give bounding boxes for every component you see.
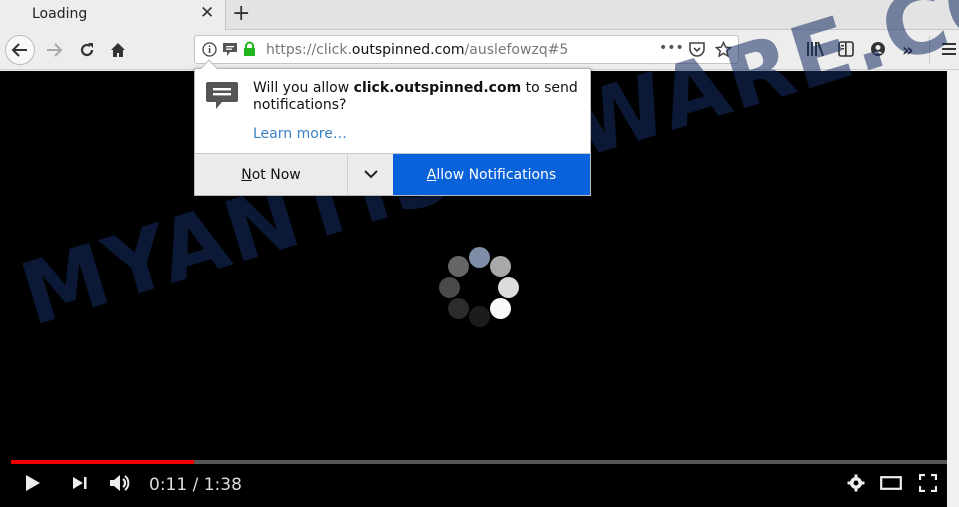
gear-icon (847, 474, 865, 492)
back-button[interactable] (5, 35, 35, 65)
theater-mode-button[interactable] (879, 470, 903, 496)
volume-icon (110, 475, 130, 491)
arrow-right-icon (47, 43, 63, 57)
url-bar[interactable]: https://click.outspinned.com/auslefowzq#… (194, 35, 739, 64)
notification-permission-popup: Will you allow click.outspinned.com to s… (194, 59, 591, 196)
skip-next-icon (73, 477, 87, 489)
play-button[interactable] (22, 470, 44, 496)
fullscreen-icon (919, 474, 937, 492)
volume-button[interactable] (107, 470, 133, 496)
video-progress-bar[interactable] (11, 460, 947, 464)
spinner-dot (469, 306, 490, 327)
library-icon[interactable] (806, 41, 824, 57)
popup-message: Will you allow click.outspinned.com to s… (253, 80, 578, 113)
nav-bar: https://click.outspinned.com/auslefowzq#… (0, 30, 959, 70)
arrow-left-icon (11, 43, 27, 57)
settings-button[interactable] (845, 470, 867, 496)
tab-loading[interactable]: Loading ✕ (0, 0, 226, 30)
tab-bar: Loading ✕ + (0, 0, 959, 30)
account-icon[interactable] (870, 41, 886, 57)
spinner-dot (498, 277, 519, 298)
url-text[interactable]: https://click.outspinned.com/auslefowzq#… (266, 42, 568, 58)
sidebar-icon[interactable] (838, 41, 854, 57)
home-icon (111, 43, 125, 57)
time-display: 0:11 / 1:38 (149, 475, 242, 495)
spinner-dot (490, 256, 511, 277)
lock-icon[interactable] (243, 41, 256, 57)
pocket-icon[interactable] (689, 42, 705, 57)
plus-icon[interactable]: + (232, 0, 250, 28)
loading-spinner (437, 245, 523, 331)
overflow-chevrons-icon[interactable]: » (902, 40, 914, 61)
spinner-dot (448, 298, 469, 319)
forward-button[interactable] (39, 35, 69, 65)
spinner-dot (448, 256, 469, 277)
spinner-dot (439, 277, 460, 298)
spinner-dot (490, 298, 511, 319)
more-options-dropdown[interactable] (347, 154, 393, 195)
close-icon[interactable]: ✕ (200, 3, 214, 23)
play-icon (26, 475, 40, 491)
next-button[interactable] (70, 470, 90, 496)
learn-more-link[interactable]: Learn more… (253, 126, 347, 142)
fullscreen-button[interactable] (916, 470, 940, 496)
video-progress-fill (11, 460, 194, 464)
hamburger-menu-icon[interactable] (941, 41, 957, 57)
toolbar-divider (929, 36, 930, 64)
notification-permission-icon[interactable] (222, 42, 238, 57)
more-icon[interactable]: ••• (659, 40, 684, 56)
spinner-dot (469, 247, 490, 268)
theater-mode-icon (880, 476, 902, 490)
notification-speech-bubble-icon (205, 81, 239, 111)
popup-footer: Not Now Allow Notifications (195, 153, 590, 195)
tab-title: Loading (32, 6, 88, 22)
reload-icon (80, 43, 94, 57)
reload-button[interactable] (72, 35, 102, 65)
info-icon[interactable] (202, 42, 217, 57)
home-button[interactable] (103, 35, 133, 65)
chevron-down-icon (363, 170, 378, 179)
not-now-button[interactable]: Not Now (195, 154, 347, 195)
allow-notifications-button[interactable]: Allow Notifications (393, 154, 590, 195)
star-icon[interactable] (715, 41, 732, 58)
page-scrollbar-edge (947, 71, 959, 507)
